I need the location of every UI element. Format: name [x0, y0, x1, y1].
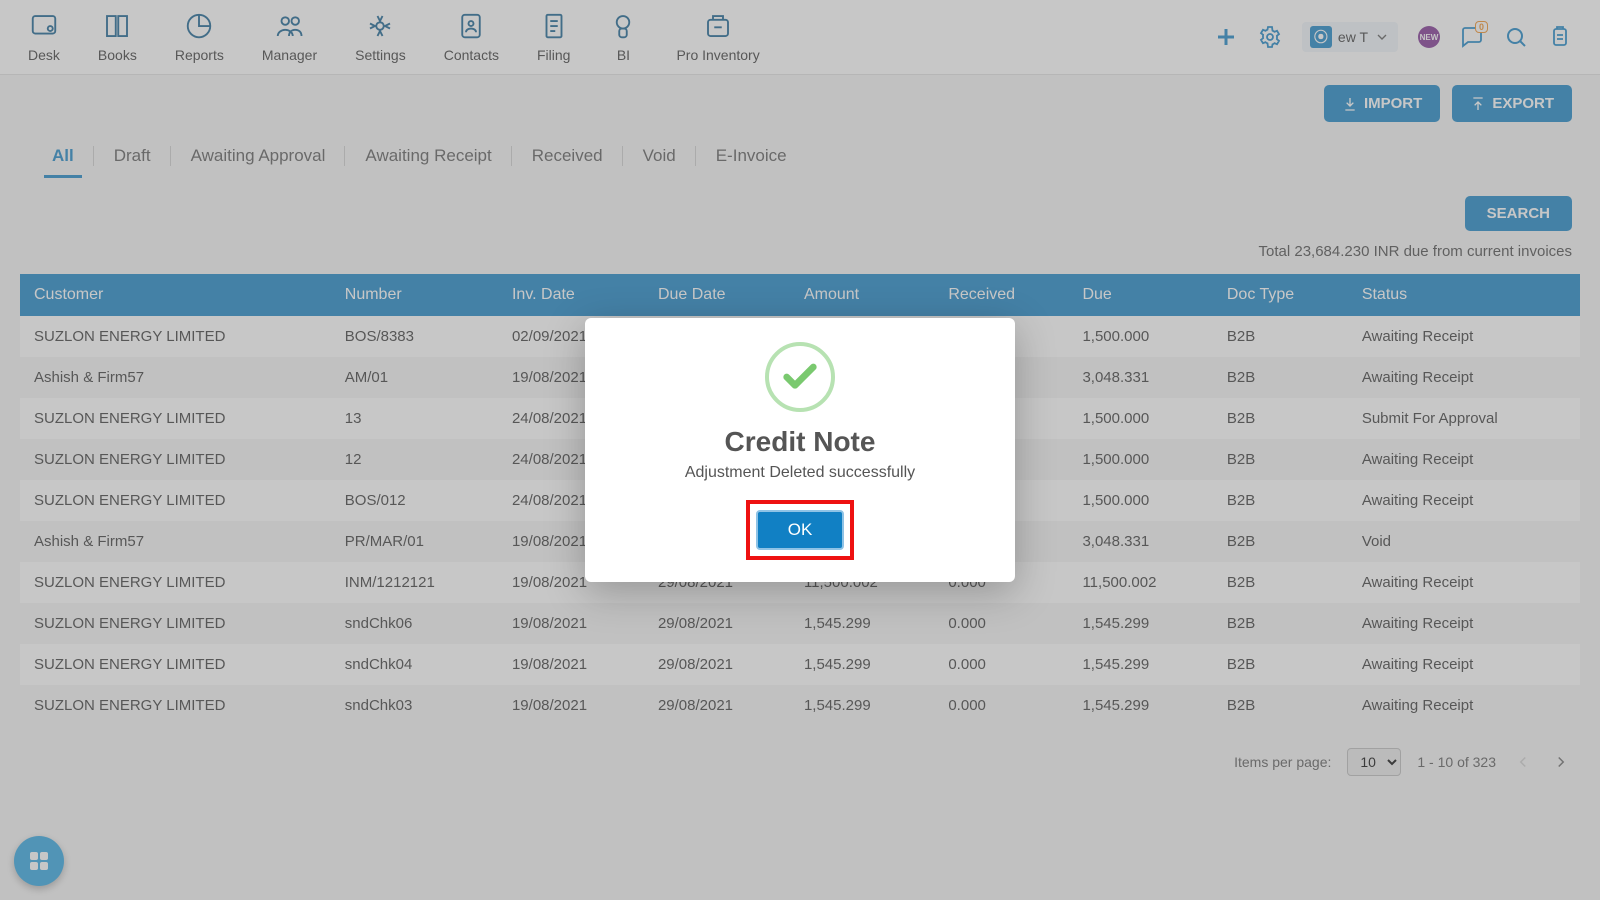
ok-button[interactable]: OK — [756, 510, 845, 550]
modal-overlay: Credit Note Adjustment Deleted successfu… — [0, 0, 1600, 900]
ok-highlight: OK — [746, 500, 855, 560]
modal-message: Adjustment Deleted successfully — [605, 464, 995, 482]
success-modal: Credit Note Adjustment Deleted successfu… — [585, 318, 1015, 582]
success-check-icon — [765, 342, 835, 412]
modal-title: Credit Note — [605, 426, 995, 458]
